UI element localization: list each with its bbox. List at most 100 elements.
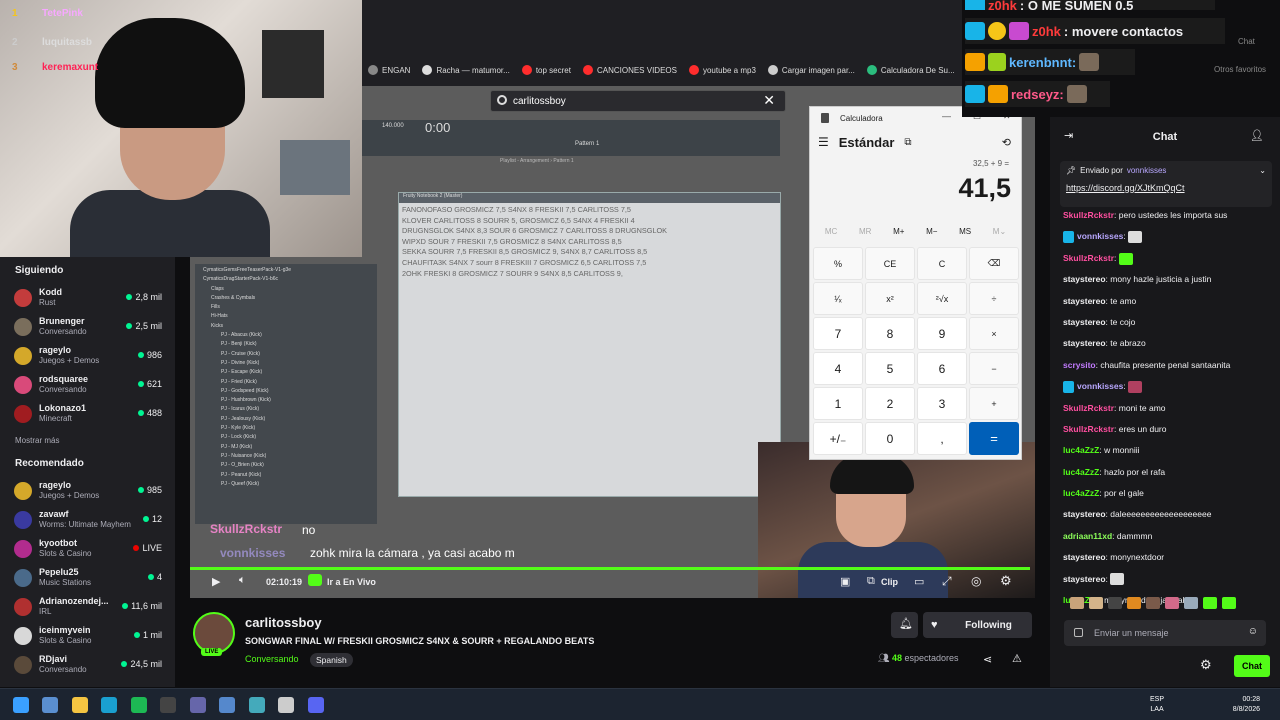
calc-key[interactable]: 0 (865, 422, 915, 455)
clip-icon[interactable]: ⧉ (867, 575, 875, 588)
calc-key[interactable]: 7 (813, 317, 863, 350)
sidebar-channel[interactable]: rageylo Juegos + Demos 985 (0, 476, 175, 505)
chat-username[interactable]: staystereo (1063, 317, 1106, 327)
chat-username[interactable]: staystereo (1063, 338, 1106, 348)
calc-key[interactable]: 5 (865, 352, 915, 385)
calc-key[interactable]: 6 (917, 352, 967, 385)
calc-key[interactable]: 2 (865, 387, 915, 420)
chat-username[interactable]: SkullzRckstr (1063, 403, 1114, 413)
sidebar-channel[interactable]: kyootbot Slots & Casino LIVE (0, 534, 175, 563)
sidebar-channel[interactable]: Kodd Rust 2,8 mil (0, 283, 175, 312)
emote-icon[interactable] (1127, 597, 1141, 609)
calc-key[interactable]: 8 (865, 317, 915, 350)
chat-username[interactable]: luc4aZzZ (1063, 467, 1099, 477)
quality-icon[interactable]: ◎ (971, 574, 981, 588)
calc-key[interactable]: × (969, 317, 1019, 350)
chat-username[interactable]: staystereo (1063, 552, 1106, 562)
tree-item[interactable]: PJ - Abacus (Kick) (203, 331, 369, 340)
chat-identity-icon[interactable] (1074, 628, 1083, 637)
tree-item[interactable]: CymaticsDragStarterPack-V1-b6c (203, 275, 369, 284)
tree-item[interactable]: PJ - Queef (Kick) (203, 480, 369, 489)
bookmark-item[interactable]: top secret (516, 65, 577, 75)
theater-icon[interactable]: ▣ (840, 575, 850, 588)
channel-name[interactable]: carlitossboy (245, 615, 322, 630)
bookmark-item[interactable]: CANCIONES VIDEOS (577, 65, 683, 75)
tree-item[interactable]: PJ - Escape (Kick) (203, 368, 369, 377)
play-icon[interactable]: ▶ (212, 575, 220, 588)
report-icon[interactable]: ⚠ (1012, 652, 1022, 665)
sidebar-channel[interactable]: Pepelu25 Music Stations 4 (0, 563, 175, 592)
chat-username[interactable]: vonnkisses (1077, 231, 1123, 241)
tree-item[interactable]: PJ - Nuisance (Kick) (203, 452, 369, 461)
fullscreen-icon[interactable]: ⤢ (942, 574, 952, 589)
chat-username[interactable]: luc4aZzZ (1063, 488, 1099, 498)
tree-item[interactable]: PJ - MJ (Kick) (203, 443, 369, 452)
history-icon[interactable]: ⟲ (1002, 136, 1011, 149)
emote-icon[interactable] (1165, 597, 1179, 609)
settings-icon[interactable]: ⚙ (1000, 573, 1012, 589)
chat-input[interactable]: Enviar un mensaje ☺ (1064, 620, 1266, 646)
keep-on-top-icon[interactable]: ⧉ (904, 137, 911, 148)
calc-key[interactable]: ÷ (969, 282, 1019, 315)
emote-icon[interactable] (1070, 597, 1084, 609)
emote-icon[interactable] (1222, 597, 1236, 609)
emote-icon[interactable] (1184, 597, 1198, 609)
calc-key[interactable]: 4 (813, 352, 863, 385)
menu-icon[interactable]: ☰ (818, 135, 829, 149)
chevron-down-icon[interactable]: ⌄ (1259, 166, 1266, 175)
app-icon[interactable] (278, 697, 294, 713)
calc-key[interactable]: 1 (813, 387, 863, 420)
tree-item[interactable]: PJ - Divine (Kick) (203, 359, 369, 368)
spotify-icon[interactable] (131, 697, 147, 713)
sidebar-channel[interactable]: Adrianozendej... IRL 11,6 mil (0, 592, 175, 621)
miniplayer-icon[interactable]: ▭ (914, 575, 924, 588)
calc-key[interactable]: = (969, 422, 1019, 455)
chat-username[interactable]: SkullzRckstr (1063, 253, 1114, 263)
calc-key[interactable]: +/₋ (813, 422, 863, 455)
memory-key[interactable]: M− (926, 227, 937, 236)
tree-item[interactable]: PJ - Jealousy (Kick) (203, 415, 369, 424)
volume-icon[interactable]: 🔈︎ (239, 574, 246, 587)
language-indicator[interactable]: ESP LAA (1150, 695, 1164, 715)
memory-key[interactable]: MC (825, 227, 837, 236)
calc-key[interactable]: − (969, 352, 1019, 385)
chat-username[interactable]: adriaan11xd (1063, 531, 1112, 541)
tree-item[interactable]: Claps (203, 285, 369, 294)
task-view-icon[interactable] (42, 697, 58, 713)
calc-key[interactable]: 3 (917, 387, 967, 420)
emote-icon[interactable] (1089, 597, 1103, 609)
stream-category[interactable]: Conversando (245, 654, 299, 664)
chat-username[interactable]: SkullzRckstr (1063, 210, 1114, 220)
notifications-button[interactable]: 🔔︎ (891, 612, 918, 638)
tree-item[interactable]: PJ - Icarus (Kick) (203, 405, 369, 414)
language-tag[interactable]: Spanish (310, 653, 353, 667)
progress-bar[interactable] (190, 567, 1030, 570)
share-icon[interactable]: ⋖ (983, 653, 992, 666)
bookmark-item[interactable]: Calculadora De Su... (861, 65, 961, 75)
tree-item[interactable]: PJ - Godspeed (Kick) (203, 387, 369, 396)
clip-button[interactable]: Clip (881, 577, 898, 587)
calc-key[interactable]: ²√x (917, 282, 967, 315)
chat-username[interactable]: scrysito (1063, 360, 1096, 370)
bookmark-item[interactable]: Racha — matumor... (416, 65, 515, 75)
memory-key[interactable]: M⌄ (993, 227, 1006, 236)
discord-icon[interactable] (308, 697, 324, 713)
calc-key[interactable]: % (813, 247, 863, 280)
users-icon[interactable]: 👤︎ (1250, 129, 1264, 142)
tree-item[interactable]: PJ - Benji (Kick) (203, 340, 369, 349)
memory-key[interactable]: MR (859, 227, 871, 236)
emote-icon[interactable] (1146, 597, 1160, 609)
windows-icon[interactable] (13, 697, 29, 713)
tree-item[interactable]: PJ - Fried (Kick) (203, 378, 369, 387)
search-field[interactable]: carlitossboy ✕ (490, 90, 786, 112)
tree-item[interactable]: PJ - Lock (Kick) (203, 433, 369, 442)
chat-username[interactable]: staystereo (1063, 274, 1106, 284)
tree-item[interactable]: Hi-Hats (203, 312, 369, 321)
sidebar-channel[interactable]: rodsquaree Conversando 621 (0, 370, 175, 399)
notepad-icon[interactable] (219, 697, 235, 713)
calc-key[interactable]: , (917, 422, 967, 455)
close-icon[interactable]: ✕ (763, 92, 775, 109)
chat-username[interactable]: SkullzRckstr (1063, 424, 1114, 434)
chat-username[interactable]: luc4aZzZ (1063, 445, 1099, 455)
bookmark-item[interactable]: youtube a mp3 (683, 65, 762, 75)
